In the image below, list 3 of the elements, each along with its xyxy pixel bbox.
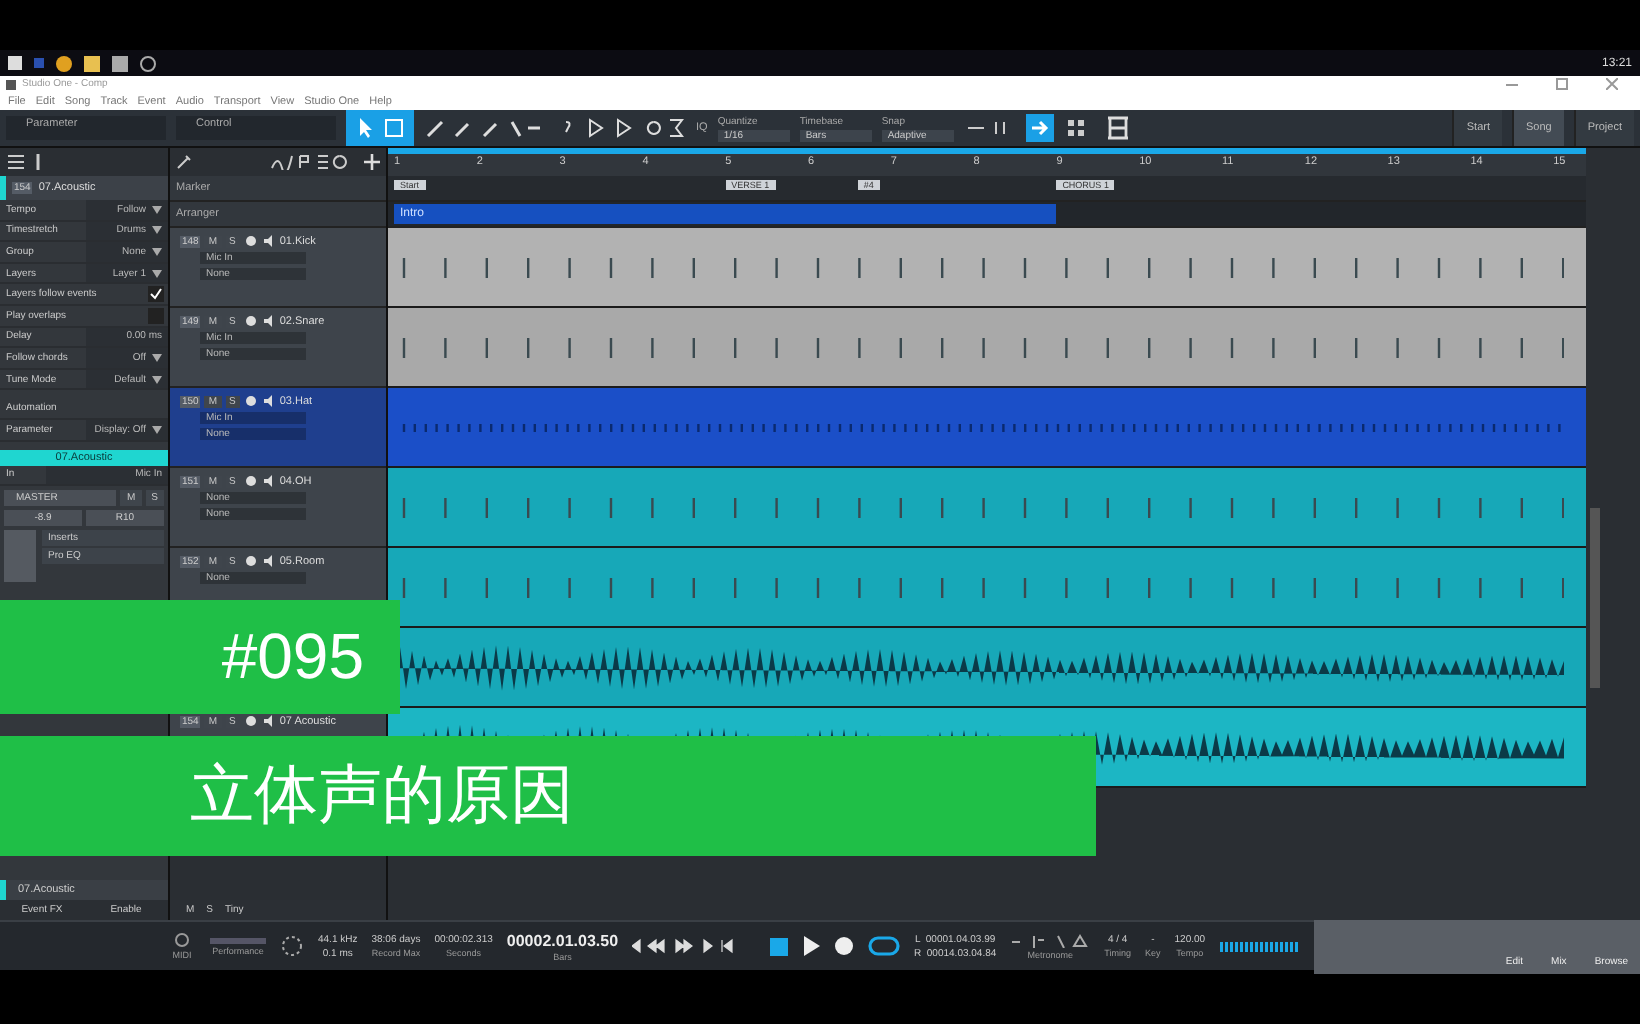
bars-position: 00002.01.03.50 (506, 931, 619, 949)
episode-banner-overlay: #095 (0, 600, 400, 714)
title-banner-overlay: 立体声的原因 (0, 736, 1096, 856)
